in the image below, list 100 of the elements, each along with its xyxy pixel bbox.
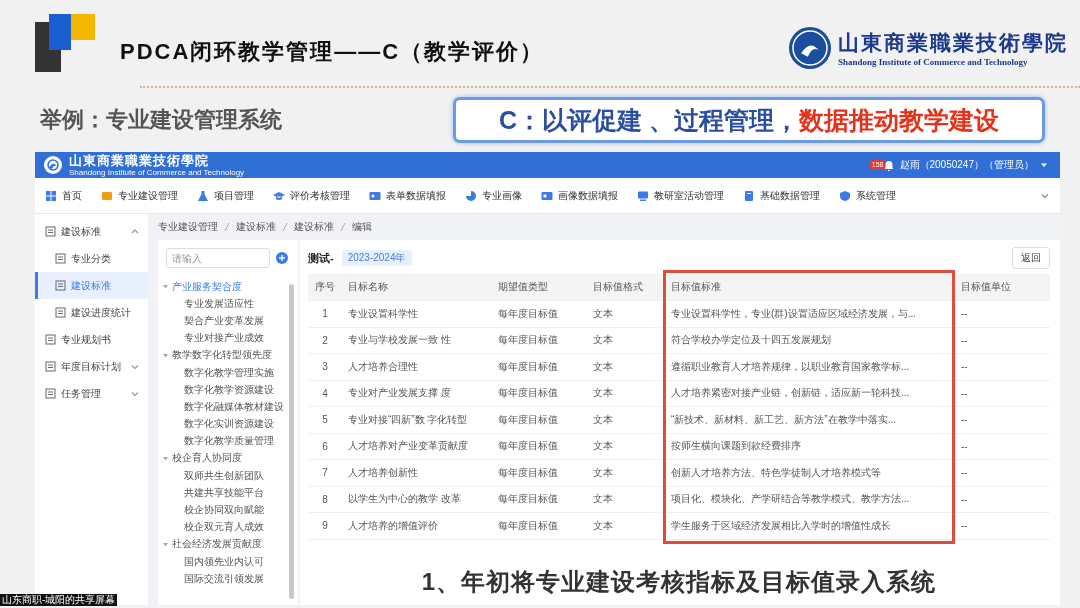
id-card-icon [369, 189, 381, 202]
back-button[interactable]: 返回 [1012, 247, 1050, 269]
add-icon[interactable] [276, 252, 288, 264]
tree-node[interactable]: 校企协同双向赋能 [162, 501, 298, 519]
table-cell-text: 文本 [592, 412, 614, 427]
folder-icon [101, 189, 113, 202]
tree-node[interactable]: 校企双元育人成效 [162, 518, 298, 536]
sidebar-item[interactable]: 建设标准 [35, 272, 148, 299]
table-cell-text: 每年度目标值 [497, 518, 559, 533]
sidebar-item[interactable]: 建设标准 [35, 218, 148, 245]
column-header: 期望值类型 [497, 280, 549, 294]
table-cell-text: 创新人才培养方法、特色学徒制人才培养模式等 [670, 465, 882, 480]
tree-node[interactable]: 教学数字化转型领先度 [162, 346, 298, 364]
nav-item[interactable]: 表单数据填报 [369, 188, 446, 203]
tree-node[interactable]: 数字化教学管理实施 [162, 363, 298, 382]
squares-logo [35, 14, 95, 72]
table-cell-text: “新技术、新材料、新工艺、新方法”在教学中落实... [670, 412, 897, 427]
table-cell-text: 专业对产业发展支撑 度 [347, 386, 452, 401]
tree-node[interactable]: 专业对接产业成效 [162, 329, 298, 347]
school-name: 山東商業職業技術學院 [69, 153, 210, 168]
table-cell-text: 人才培养的增值评价 [347, 518, 439, 533]
tree-node[interactable]: 数字化融媒体教材建设 [162, 398, 298, 416]
table-cell-text: 人才培养对产业变革贡献度 [347, 439, 469, 454]
nav-item[interactable]: 项目管理 [197, 188, 254, 203]
caret-icon[interactable] [162, 454, 169, 462]
caret-icon[interactable] [162, 351, 169, 359]
table-cell-text: 专业设置科学性 [347, 306, 419, 321]
table-cell-text: 项目化、模块化、产学研结合等教学模式、教学方法... [670, 492, 911, 507]
nav-item[interactable]: 专业画像 [465, 188, 522, 203]
scrollbar[interactable] [289, 284, 294, 599]
nav-item[interactable]: 系统管理 [839, 188, 896, 203]
table-cell-text: 文本 [592, 518, 614, 533]
table-cell-text: -- [960, 361, 969, 373]
table-cell-text: 文本 [592, 306, 614, 321]
sidebar-item[interactable]: 专业分类 [35, 245, 148, 272]
tree-node[interactable]: 国际交流引领发展 [162, 570, 298, 588]
table-cell-text: 每年度目标值 [497, 333, 559, 348]
tree-node[interactable]: 社会经济发展贡献度 [162, 535, 298, 553]
table-cell-text: 1 [321, 308, 329, 320]
monitor-icon [637, 189, 649, 202]
table-cell-text: 专业与学校发展一致 性 [347, 333, 452, 348]
nav-item[interactable]: 专业建设管理 [101, 188, 178, 203]
breadcrumb-link[interactable]: 建设标准 [236, 220, 276, 234]
example-label: 举例：专业建设管理系统 [40, 106, 282, 134]
tree-node[interactable]: 校企育人协同度 [162, 449, 298, 468]
table-cell-text: -- [960, 414, 969, 426]
table-cell-text: 2 [321, 334, 329, 346]
table-title: 测试- [308, 250, 334, 266]
table-cell-text: -- [960, 520, 969, 532]
caret-icon[interactable] [1040, 161, 1048, 169]
tree-node[interactable]: 数字化教学质量管理 [162, 432, 298, 450]
nav-item[interactable]: 教研室活动管理 [637, 188, 724, 203]
search-field[interactable]: 请输入 [166, 248, 270, 268]
table-cell-text: 每年度目标值 [497, 306, 559, 321]
tree-node[interactable]: 共建共享技能平台 [162, 484, 298, 502]
tree-node[interactable]: 数字化教学资源建设 [162, 381, 298, 399]
tree-node[interactable]: 产业服务契合度 [162, 278, 298, 296]
slide-caption: 1、年初将专业建设考核指标及目标值录入系统 [420, 566, 938, 597]
table-cell-text: 每年度目标值 [497, 386, 559, 401]
sidebar-item[interactable]: 建设进度统计 [35, 299, 148, 326]
shield-icon [839, 189, 851, 202]
table-cell-text: 4 [321, 387, 329, 399]
tree-node[interactable]: 专业发展适应性 [162, 295, 298, 313]
tree-node[interactable]: 数字化实训资源建设 [162, 415, 298, 433]
sidebar-item[interactable]: 专业规划书 [35, 326, 148, 353]
tree-node[interactable]: 契合产业变革发展 [162, 312, 298, 330]
breadcrumb-link[interactable]: 建设标准 [294, 220, 334, 234]
tree-node[interactable]: 双师共生创新团队 [162, 467, 298, 485]
column-header: 目标值格式 [592, 280, 644, 294]
sidebar-item[interactable]: 任务管理 [35, 380, 148, 407]
document-icon [45, 361, 56, 372]
table-cell-text: 人才培养紧密对接产业链，创新链，适应新一轮科技... [670, 386, 911, 401]
caret-icon[interactable] [162, 540, 169, 548]
table-cell-text: 文本 [592, 465, 614, 480]
bell-icon[interactable] [883, 159, 894, 171]
table-cell-text: 3 [321, 361, 329, 373]
table-cell-text: 专业对接“四新”数 字化转型 [347, 412, 469, 427]
nav-item[interactable]: 首页 [45, 188, 82, 203]
caret-icon[interactable] [162, 283, 169, 291]
sidebar-item[interactable]: 年度目标计划 [35, 353, 148, 380]
nav-item[interactable]: 基础数据管理 [743, 188, 820, 203]
table-cell-text: 人才培养合理性 [347, 359, 419, 374]
breadcrumb-link[interactable]: 专业建设管理 [158, 220, 218, 234]
table-cell-text: 符合学校办学定位及十四五发展规划 [670, 333, 832, 348]
table-cell-text: 每年度目标值 [497, 465, 559, 480]
table-cell-text: 文本 [592, 492, 614, 507]
table-cell-text: -- [960, 467, 969, 479]
nav-item[interactable]: 评价考核管理 [273, 188, 350, 203]
school-name-english: Shandong Institute of Commerce and Technology [838, 57, 1029, 67]
user-name[interactable]: 赵雨（20050247）（管理员） [899, 158, 1034, 172]
table-cell-text: 8 [321, 493, 329, 505]
tree-node[interactable]: 国内领先业内认可 [162, 553, 298, 571]
graduation-cap-icon [273, 189, 285, 202]
nav-item[interactable]: 画像数据填报 [541, 188, 618, 203]
pie-icon [465, 189, 477, 202]
slogan-text: C：以评促建 、过程管理， [499, 104, 799, 136]
emblem-icon [43, 155, 63, 175]
table-cell-text: -- [960, 440, 969, 452]
column-header: 序号 [314, 280, 336, 294]
document-icon [45, 334, 56, 345]
